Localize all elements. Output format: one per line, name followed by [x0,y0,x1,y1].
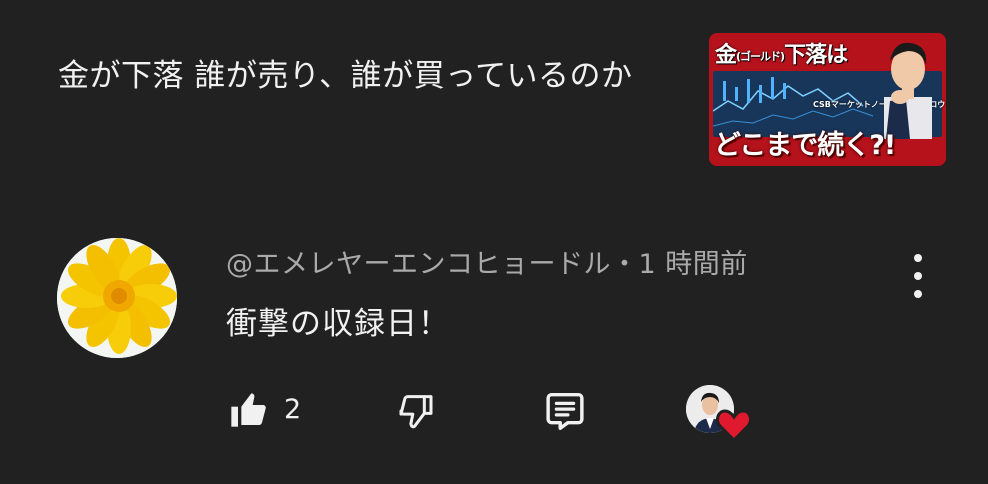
dislike-button[interactable] [394,380,444,440]
comment: @エメレヤーエンコヒョードル・1 時間前 衝撃の収録日！ 2 [0,230,988,484]
comment-actions: 2 [0,380,988,450]
reply-button[interactable] [540,380,592,440]
thumbnail-headline: 金(ゴールド)下落は [715,43,848,68]
video-thumbnail[interactable]: 金(ゴールド)下落は CSBマーケットノーズ カツキタロウ どこまで続く?! [709,33,946,166]
thumbnail-presenter-image [884,42,932,139]
commenter-avatar[interactable] [57,238,177,358]
like-button[interactable]: 2 [224,380,314,440]
video-header: 金が下落 誰が売り、誰が買っているのか 金(ゴールド)下落は CSBマーケットノ… [0,0,988,200]
comment-text: 衝撃の収録日！ [226,306,450,342]
comment-reply-icon [546,392,584,430]
meta-separator: ・ [611,249,639,280]
like-count: 2 [284,394,302,425]
creator-hearted-badge[interactable] [684,380,754,442]
thumb-up-icon [231,393,266,427]
more-vert-icon[interactable] [902,250,934,302]
comment-author[interactable]: @エメレヤーエンコヒョードル [226,249,611,280]
thumbnail-subheadline: どこまで続く?! [714,130,896,161]
video-title[interactable]: 金が下落 誰が売り、誰が買っているのか [58,54,658,98]
creator-heart-icon [716,409,752,442]
thumb-down-icon [399,395,433,429]
comment-timestamp[interactable]: 1 時間前 [639,249,748,280]
comment-meta: @エメレヤーエンコヒョードル・1 時間前 [226,242,748,281]
